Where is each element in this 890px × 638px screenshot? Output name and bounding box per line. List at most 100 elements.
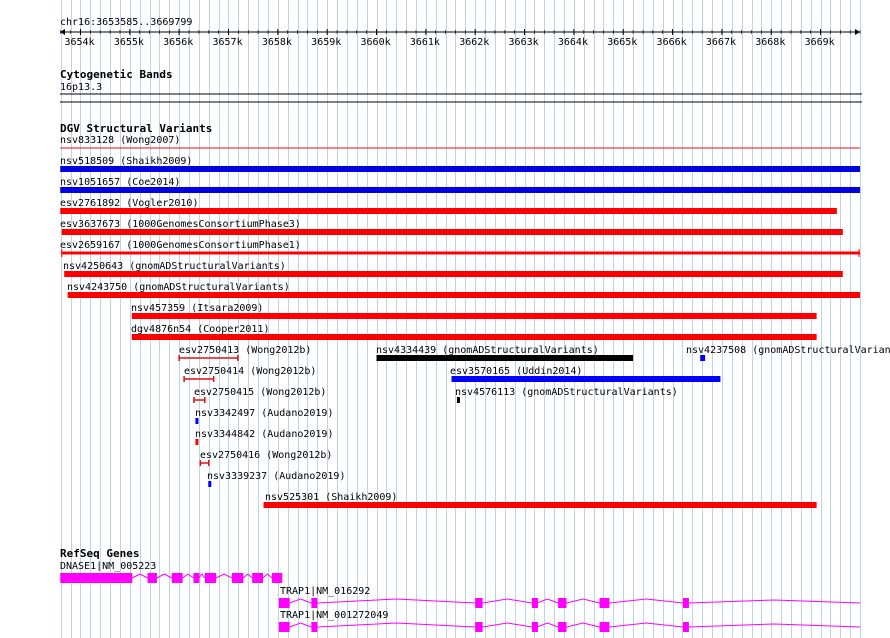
cytoband-track[interactable]: Cytogenetic Bands 16p13.3 [60,68,862,103]
ruler-tick-label: 3654k [64,37,94,48]
gene-exon[interactable] [682,622,689,632]
dgv-feature-bar[interactable] [451,376,721,382]
ruler-tick-label: 3655k [114,37,144,48]
gene-intron [688,599,861,604]
region-label: chr16:3653585..3669799 [60,17,192,28]
gene-label[interactable]: TRAP1|NM_016292 [280,586,370,597]
ruler-tick-label: 3667k [706,37,736,48]
dgv-feature-bar[interactable] [67,292,861,298]
gene-exon[interactable] [278,598,290,608]
refseq-title: RefSeq Genes [60,547,139,560]
gene-exon[interactable] [147,573,157,583]
gene-exon[interactable] [193,573,200,583]
dgv-feature-bar[interactable] [61,251,861,255]
refseq-track[interactable]: RefSeq Genes DNASE1|NM_005223 TRAP1|NM_01… [60,547,861,632]
genome-browser-tracks: chr16:3653585..3669799 3654k 3655k 3656k 36… [60,0,890,638]
ruler-tick-label: 3661k [410,37,440,48]
ruler-tick-label: 3666k [657,37,687,48]
dgv-feature-label[interactable]: nsv3342497 (Audano2019) [195,408,333,419]
dgv-feature-label[interactable]: esv2750413 (Wong2012b) [179,345,311,356]
gene-label[interactable]: TRAP1|NM_001272049 [280,610,388,621]
dgv-feature-label[interactable]: esv2750415 (Wong2012b) [194,387,326,398]
dgv-feature-label[interactable]: nsv4576113 (gnomADStructuralVariants) [455,387,678,398]
dgv-feature-label[interactable]: esv3637673 (1000GenomesConsortiumPhase3) [60,219,301,230]
ruler-tick-label: 3660k [361,37,391,48]
gene-label[interactable]: DNASE1|NM_005223 [60,561,156,572]
gene-exon[interactable] [171,573,183,583]
ruler-tick-label: 3668k [755,37,785,48]
dgv-feature-bar[interactable] [60,187,861,193]
ruler-tick-label: 3658k [262,37,292,48]
gene-exon[interactable] [60,573,133,583]
dgv-feature-bar[interactable] [131,313,817,319]
ruler-tick-label: 3662k [459,37,489,48]
gene-intron [132,573,148,579]
gene-exon[interactable] [599,598,610,608]
ruler-tick-label: 3656k [163,37,193,48]
gene-intron [182,573,194,579]
gene-intron [609,622,683,628]
gene-exon[interactable] [558,622,567,632]
dgv-title: DGV Structural Variants [60,122,212,135]
dgv-feature-label[interactable]: esv2761892 (Vogler2010) [60,198,198,209]
dgv-feature-label[interactable]: esv2750414 (Wong2012b) [184,366,316,377]
dgv-feature-label[interactable]: dgv4876n54 (Cooper2011) [131,324,269,335]
dgv-feature-label[interactable]: esv3570165 (Uddin2014) [450,366,582,377]
ruler-tick-label: 3665k [607,37,637,48]
gene-exon[interactable] [682,598,689,608]
dgv-feature-bar[interactable] [195,418,199,424]
ruler-tick-label: 3669k [805,37,835,48]
gene-exon[interactable] [531,598,538,608]
ruler-tick-label: 3663k [509,37,539,48]
dgv-feature-label[interactable]: esv2750416 (Wong2012b) [200,450,332,461]
gene-exon[interactable] [311,622,318,632]
gene-exon[interactable] [531,622,538,632]
dgv-feature-bar[interactable] [195,439,199,445]
gene-intron [289,598,312,604]
dgv-feature-bar[interactable] [208,481,212,487]
gene-intron [242,573,253,579]
gene-exon[interactable] [231,573,244,583]
dgv-feature-label[interactable]: nsv833128 (Wong2007) [60,135,180,146]
gene-exon[interactable] [311,598,318,608]
dgv-feature-label[interactable]: nsv3344842 (Audano2019) [195,429,333,440]
dgv-feature-bar[interactable] [131,334,817,340]
dgv-feature-label[interactable]: nsv525301 (Shaikh2009) [265,492,397,503]
dgv-feature-bar[interactable] [456,397,460,403]
dgv-feature-label[interactable]: nsv4237508 (gnomADStructuralVariants) [686,345,890,356]
dgv-feature-label[interactable]: nsv4243750 (gnomADStructuralVariants) [67,282,290,293]
refseq-genes: DNASE1|NM_005223 TRAP1|NM_016292 TRAP1|NM_… [60,561,861,632]
dgv-feature-bar[interactable] [60,166,861,172]
dgv-feature-label[interactable]: nsv4250643 (gnomADStructuralVariants) [63,261,286,272]
gene-exon[interactable] [475,598,483,608]
dgv-feature-label[interactable]: nsv4334439 (gnomADStructuralVariants) [376,345,599,356]
gene-intron [482,622,533,628]
dgv-feature-bar[interactable] [60,208,837,214]
ruler-right-arrow [855,29,860,35]
dgv-feature-label[interactable]: esv2659167 (1000GenomesConsortiumPhase1) [60,240,301,251]
gene-exon[interactable] [204,573,217,583]
dgv-feature-label[interactable]: nsv1051657 (Coe2014) [60,177,180,188]
dgv-feature-label[interactable]: nsv3339237 (Audano2019) [207,471,345,482]
ruler-tick-label: 3657k [212,37,242,48]
ruler-tick-label: 3659k [311,37,341,48]
gene-exon[interactable] [475,622,483,632]
gene-exon[interactable] [252,573,264,583]
gene-exon[interactable] [271,573,283,583]
gene-exon[interactable] [599,622,610,632]
gene-exon[interactable] [558,598,567,608]
dgv-feature-bar[interactable] [61,229,843,235]
gene-exon[interactable] [278,622,290,632]
gene-intron [609,598,683,604]
dgv-feature-bar[interactable] [376,355,634,361]
gene-intron [482,598,533,604]
dgv-feature-bar[interactable] [700,355,706,361]
cytoband-label: 16p13.3 [60,82,102,93]
gene-intron [688,623,861,628]
dgv-feature-bar[interactable] [263,502,817,508]
ruler-track[interactable]: chr16:3653585..3669799 3654k 3655k 3656k 36… [60,17,861,48]
dgv-feature-bar[interactable] [64,271,843,277]
dgv-feature-label[interactable]: nsv457359 (Itsara2009) [131,303,263,314]
dgv-feature-label[interactable]: nsv518509 (Shaikh2009) [60,156,192,167]
gene-intron [215,573,233,579]
